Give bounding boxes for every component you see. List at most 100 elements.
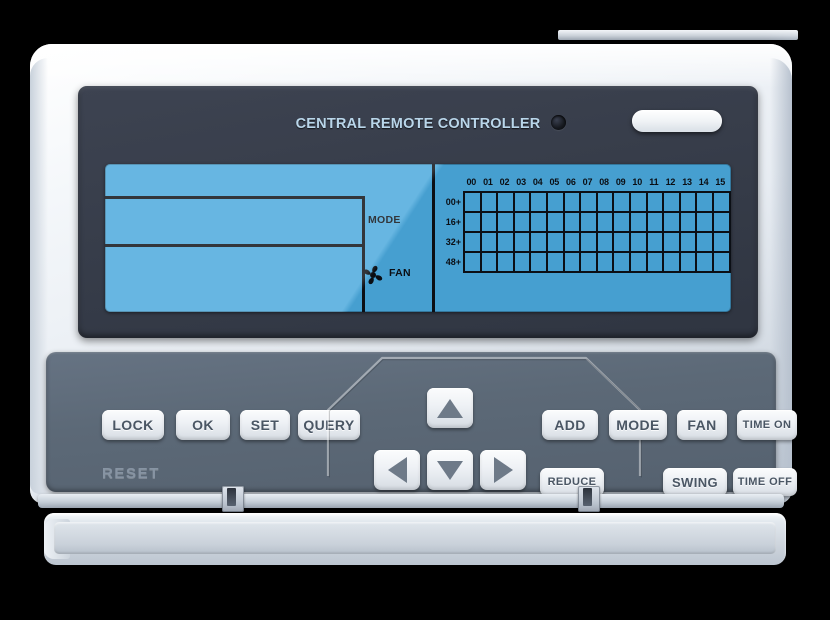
grid-cell[interactable] — [597, 253, 615, 273]
set-button[interactable]: SET — [240, 410, 290, 440]
grid-cell[interactable] — [581, 253, 598, 273]
lock-button[interactable]: LOCK — [102, 410, 164, 440]
grid-cell[interactable] — [564, 213, 582, 233]
query-button[interactable]: QUERY — [298, 410, 360, 440]
arrow-right-button[interactable] — [480, 450, 526, 490]
grid-cell[interactable] — [597, 233, 615, 253]
grid-cell[interactable] — [697, 233, 714, 253]
grid-cell[interactable] — [597, 193, 615, 213]
grid-cell[interactable] — [697, 193, 714, 213]
grid-cell[interactable] — [498, 233, 515, 253]
grid-cell[interactable] — [713, 233, 731, 253]
grid-cell[interactable] — [481, 193, 499, 213]
grid-cell[interactable] — [531, 253, 548, 273]
grid-cell[interactable] — [547, 193, 565, 213]
grid-cell[interactable] — [465, 193, 482, 213]
grid-cell[interactable] — [630, 233, 648, 253]
grid-col-header: 11 — [649, 177, 659, 187]
grid-cell[interactable] — [481, 253, 499, 273]
grid-col-header: 10 — [632, 177, 643, 187]
cover-hinge-lip — [38, 494, 784, 508]
time-on-button[interactable]: TIME ON — [737, 410, 797, 440]
arrow-down-button[interactable] — [427, 450, 473, 490]
grid-cell[interactable] — [481, 213, 499, 233]
grid-cell[interactable] — [547, 253, 565, 273]
grid-cell[interactable] — [647, 233, 665, 253]
grid-cell[interactable] — [498, 253, 515, 273]
grid-cell[interactable] — [647, 193, 665, 213]
grid-cell[interactable] — [531, 233, 548, 253]
keypad-panel: LOCK OK SET QUERY RESET ADD MODE FAN TIME ON RE… — [46, 352, 797, 496]
grid-cell[interactable] — [514, 193, 532, 213]
lcd-divider-line — [362, 196, 365, 312]
grid-cell[interactable] — [614, 253, 631, 273]
display-bezel: CENTRAL REMOTE CONTROLLER MODE FAN 00 01… — [78, 86, 758, 338]
grid-cell[interactable] — [664, 213, 681, 233]
fan-button[interactable]: FAN — [677, 410, 727, 440]
grid-cell[interactable] — [581, 233, 598, 253]
grid-cell[interactable] — [664, 253, 681, 273]
add-button[interactable]: ADD — [542, 410, 598, 440]
mode-button[interactable]: MODE — [609, 410, 667, 440]
grid-cell[interactable] — [713, 253, 731, 273]
grid-cell[interactable] — [680, 193, 698, 213]
grid-cell[interactable] — [581, 213, 598, 233]
triangle-right-icon — [493, 457, 513, 483]
grid-cell[interactable] — [547, 233, 565, 253]
cover-drop-shadow — [52, 566, 778, 574]
grid-cell[interactable] — [664, 233, 681, 253]
grid-col-header: 12 — [665, 177, 676, 187]
grid-cell[interactable] — [564, 233, 582, 253]
grid-cell[interactable] — [581, 193, 598, 213]
grid-cell[interactable] — [531, 213, 548, 233]
ir-receiver-pill — [632, 110, 722, 132]
grid-cell[interactable] — [465, 253, 482, 273]
grid-cell[interactable] — [630, 253, 648, 273]
grid-col-header: 02 — [499, 177, 510, 187]
swing-button[interactable]: SWING — [663, 468, 727, 496]
device-photo-scene: CENTRAL REMOTE CONTROLLER MODE FAN 00 01… — [0, 0, 830, 620]
grid-cell[interactable] — [531, 193, 548, 213]
grid-cell[interactable] — [597, 213, 615, 233]
grid-cell[interactable] — [564, 253, 582, 273]
grid-cell[interactable] — [647, 213, 665, 233]
grid-cell[interactable] — [481, 233, 499, 253]
arrow-up-button[interactable] — [427, 388, 473, 428]
grid-cell[interactable] — [465, 213, 482, 233]
cover-latch-tab[interactable] — [578, 486, 600, 512]
grid-cell[interactable] — [514, 253, 532, 273]
grid-cell[interactable] — [697, 213, 714, 233]
grid-cell[interactable] — [697, 253, 714, 273]
grid-cell[interactable] — [498, 193, 515, 213]
grid-col-header: 07 — [582, 177, 593, 187]
grid-cell[interactable] — [514, 233, 532, 253]
grid-cell[interactable] — [713, 193, 731, 213]
grid-cell[interactable] — [680, 253, 698, 273]
grid-cell[interactable] — [498, 213, 515, 233]
cover-latch-tab[interactable] — [222, 486, 244, 512]
grid-column-headers: 00 01 02 03 04 05 06 07 08 09 10 11 12 13 14 15 — [463, 177, 729, 187]
grid-cell[interactable] — [614, 213, 631, 233]
grid-cell[interactable] — [630, 193, 648, 213]
grid-cell[interactable] — [630, 213, 648, 233]
grid-cell[interactable] — [664, 193, 681, 213]
ok-button[interactable]: OK — [176, 410, 230, 440]
grid-cell[interactable] — [564, 193, 582, 213]
arrow-left-button[interactable] — [374, 450, 420, 490]
grid-row-header: 48+ — [445, 257, 461, 267]
grid-cell[interactable] — [547, 213, 565, 233]
grid-cell[interactable] — [514, 213, 532, 233]
grid-cell[interactable] — [614, 193, 631, 213]
time-off-button[interactable]: TIME OFF — [733, 468, 797, 496]
grid-cell[interactable] — [614, 233, 631, 253]
bottom-cover-flap[interactable] — [44, 513, 786, 565]
grid-cell[interactable] — [680, 213, 698, 233]
grid-cell[interactable] — [465, 233, 482, 253]
grid-col-header: 09 — [615, 177, 626, 187]
grid-cell[interactable] — [680, 233, 698, 253]
grid-cell[interactable] — [713, 213, 731, 233]
grid-cells — [463, 191, 731, 273]
grid-cell[interactable] — [647, 253, 665, 273]
cover-face — [54, 522, 776, 554]
grid-col-header: 15 — [715, 177, 726, 187]
